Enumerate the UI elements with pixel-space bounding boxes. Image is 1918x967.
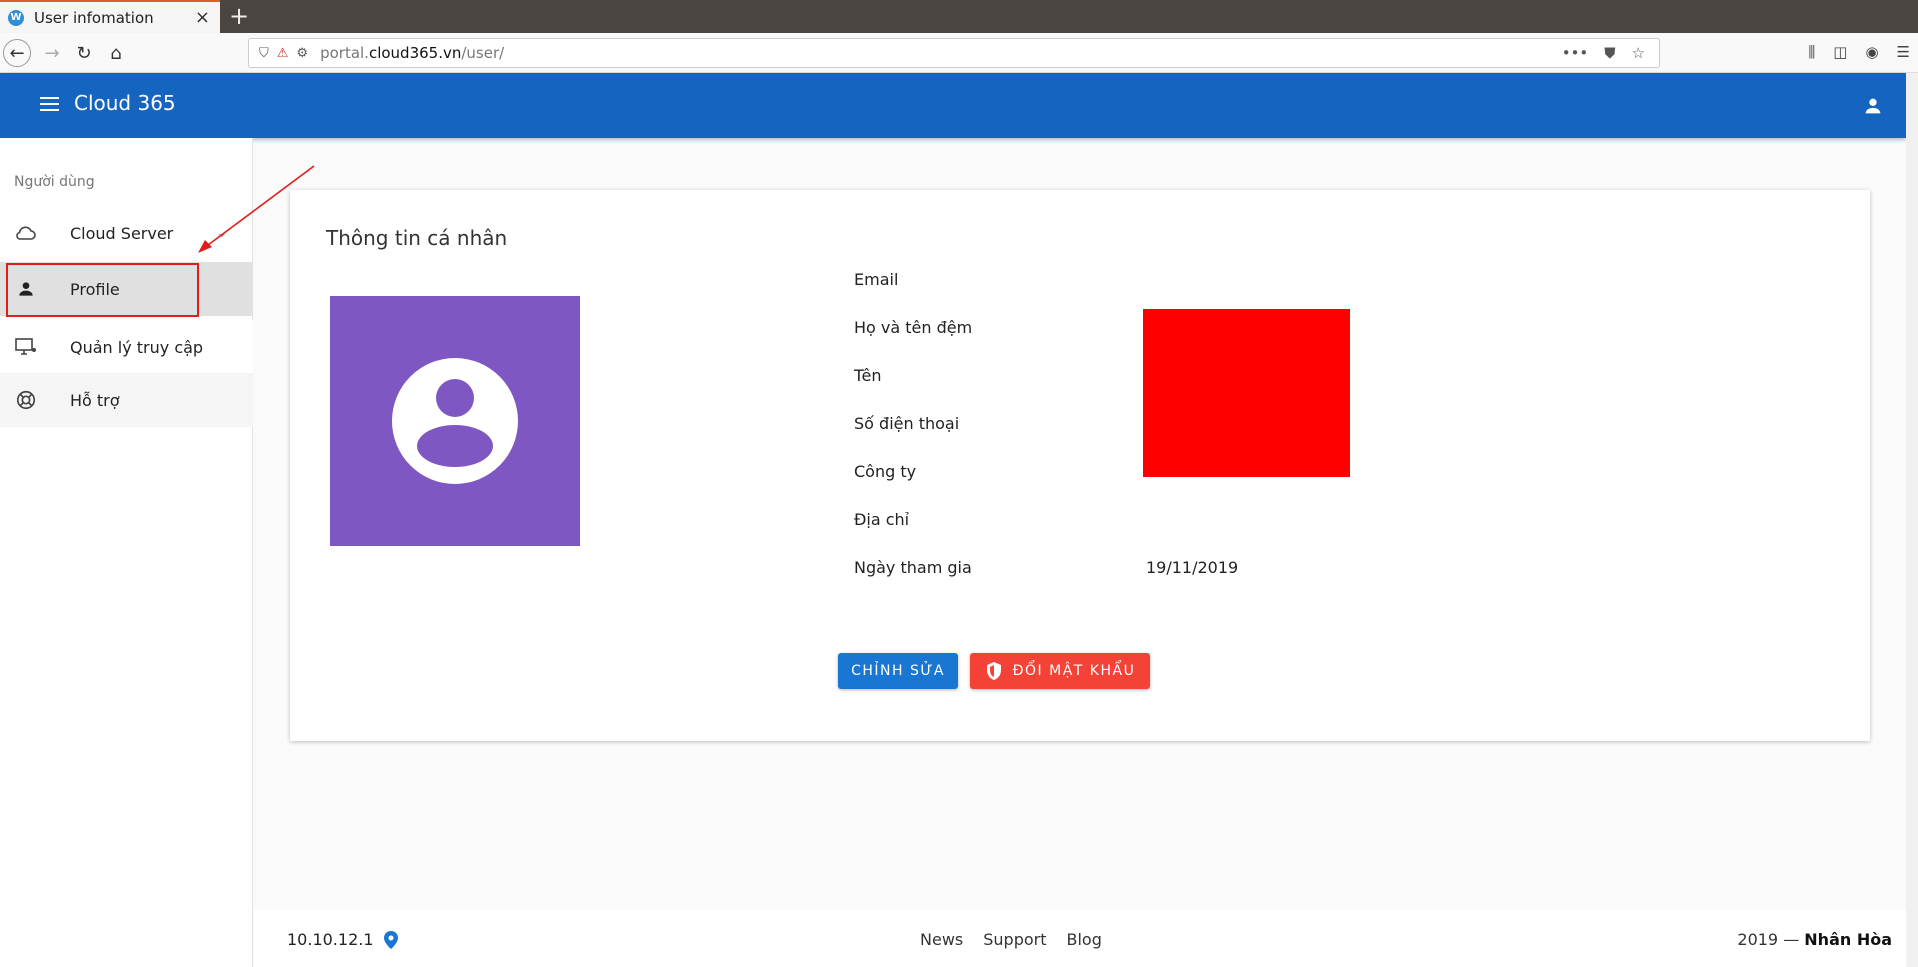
- account-circle-icon[interactable]: [1862, 95, 1884, 117]
- field-label-middle-name: Họ và tên đệm: [854, 318, 973, 337]
- browser-navbar: ← → ↻ ⌂ ⛉ ⚠ ⚙ portal.cloud365.vn/user/ •…: [0, 33, 1918, 73]
- footer-link-news[interactable]: News: [920, 930, 963, 949]
- permissions-icon[interactable]: ⚙: [296, 46, 308, 61]
- avatar: [330, 296, 580, 546]
- browser-tab-bar: W User infomation × +: [0, 0, 1918, 33]
- page-title: Thông tin cá nhân: [326, 226, 508, 250]
- field-label-email: Email: [854, 270, 899, 289]
- location-pin-icon: [383, 930, 398, 949]
- change-password-button[interactable]: ĐỔI MẬT KHẨU: [970, 653, 1150, 689]
- shield-icon[interactable]: ⛉: [259, 46, 269, 61]
- field-label-first-name: Tên: [854, 366, 882, 385]
- pocket-icon[interactable]: ⛊: [1604, 44, 1615, 62]
- tab-close-icon[interactable]: ×: [195, 7, 210, 28]
- insecure-icon[interactable]: ⚠: [277, 46, 289, 61]
- sidebar-item-label: Hỗ trợ: [70, 390, 120, 410]
- edit-button[interactable]: CHỈNH SỬA: [838, 653, 958, 689]
- sidebar-item-label: Cloud Server: [70, 223, 174, 243]
- forward-button[interactable]: →: [38, 39, 66, 67]
- site-favicon-icon: W: [8, 9, 24, 26]
- footer-copyright: 2019 — Nhân Hòa: [1737, 930, 1892, 949]
- url-text[interactable]: portal.cloud365.vn/user/: [320, 44, 1562, 62]
- monitor-icon: [14, 335, 38, 359]
- account-icon[interactable]: ◉: [1865, 43, 1878, 61]
- shield-icon: [986, 662, 1001, 680]
- cloud-icon: [14, 221, 38, 245]
- sidebar-item-label: Quản lý truy cập: [70, 337, 204, 357]
- tab-title: User infomation: [34, 8, 154, 27]
- profile-card: Thông tin cá nhân Email Họ và tên đệm Tê…: [290, 190, 1870, 741]
- sidebar-item-access-management[interactable]: Quản lý truy cập: [0, 320, 253, 374]
- address-bar[interactable]: ⛉ ⚠ ⚙ portal.cloud365.vn/user/ ••• ⛊ ☆: [248, 38, 1660, 68]
- app-title: Cloud 365: [74, 91, 176, 115]
- change-password-label: ĐỔI MẬT KHẨU: [1012, 663, 1136, 679]
- sidebar-item-support[interactable]: Hỗ trợ: [0, 373, 253, 427]
- browser-menu-icon[interactable]: ☰: [1897, 43, 1910, 61]
- field-label-join-date: Ngày tham gia: [854, 558, 972, 577]
- footer-link-support[interactable]: Support: [983, 930, 1046, 949]
- new-tab-button[interactable]: +: [228, 2, 250, 30]
- home-button[interactable]: ⌂: [102, 39, 130, 67]
- field-label-address: Địa chỉ: [854, 510, 910, 529]
- library-icon[interactable]: ⫼: [1808, 43, 1815, 61]
- lifebuoy-icon: [14, 388, 38, 412]
- footer: 10.10.12.1 News Support Blog 2019 — Nhân…: [254, 910, 1906, 967]
- browser-tab[interactable]: W User infomation ×: [0, 0, 220, 33]
- footer-links: News Support Blog: [920, 930, 1102, 949]
- page-scrollbar[interactable]: [1906, 73, 1918, 967]
- annotation-highlight-box: [6, 263, 199, 317]
- bookmark-star-icon[interactable]: ☆: [1632, 44, 1645, 62]
- app-header: Cloud 365: [0, 73, 1906, 138]
- field-label-company: Công ty: [854, 462, 917, 481]
- footer-link-blog[interactable]: Blog: [1066, 930, 1101, 949]
- ip-address: 10.10.12.1: [287, 930, 374, 949]
- page-actions-icon[interactable]: •••: [1562, 44, 1589, 62]
- sidebar-heading: Người dùng: [14, 174, 95, 190]
- footer-ip: 10.10.12.1: [287, 930, 398, 949]
- field-label-phone: Số điện thoại: [854, 414, 960, 433]
- back-button[interactable]: ←: [3, 39, 31, 67]
- reload-button[interactable]: ↻: [70, 39, 98, 67]
- field-value-join-date: 19/11/2019: [1146, 558, 1239, 577]
- user-avatar-icon: [392, 358, 518, 484]
- sidebar-toggle-icon[interactable]: ◫: [1833, 43, 1847, 61]
- redaction-box: [1143, 309, 1350, 477]
- hamburger-menu-icon[interactable]: [40, 97, 59, 111]
